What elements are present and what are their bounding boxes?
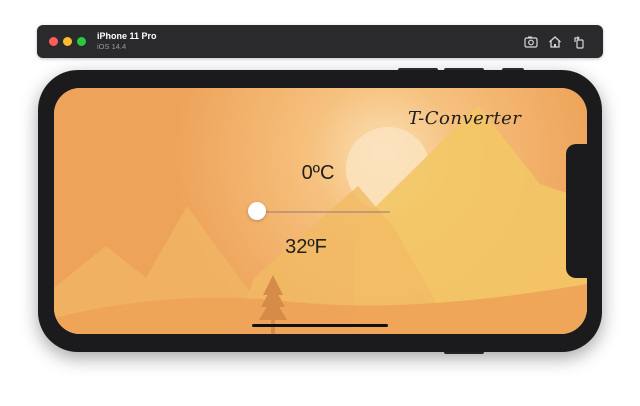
simulator-os-version: iOS 14.4 <box>97 42 127 51</box>
app-screen: T-Converter 0ºC 32ºF <box>54 88 587 334</box>
fahrenheit-label: 32ºF <box>285 236 327 258</box>
celsius-label: 0ºC <box>301 162 335 184</box>
minimize-window-button[interactable] <box>63 37 72 46</box>
iphone-device: T-Converter 0ºC 32ºF <box>38 70 602 352</box>
rotate-icon[interactable] <box>571 34 587 50</box>
device-notch <box>566 144 588 278</box>
temperature-slider-track[interactable] <box>256 211 390 213</box>
screenshot-icon[interactable] <box>523 34 539 50</box>
home-icon[interactable] <box>547 34 563 50</box>
home-indicator[interactable] <box>252 324 388 327</box>
simulator-device-name: iPhone 11 Pro <box>97 31 157 41</box>
zoom-window-button[interactable] <box>77 37 86 46</box>
close-window-button[interactable] <box>49 37 58 46</box>
app-title: T-Converter <box>408 108 522 129</box>
temperature-slider-thumb[interactable] <box>248 202 266 220</box>
simulator-toolbar: iPhone 11 Pro iOS 14.4 <box>37 25 603 58</box>
